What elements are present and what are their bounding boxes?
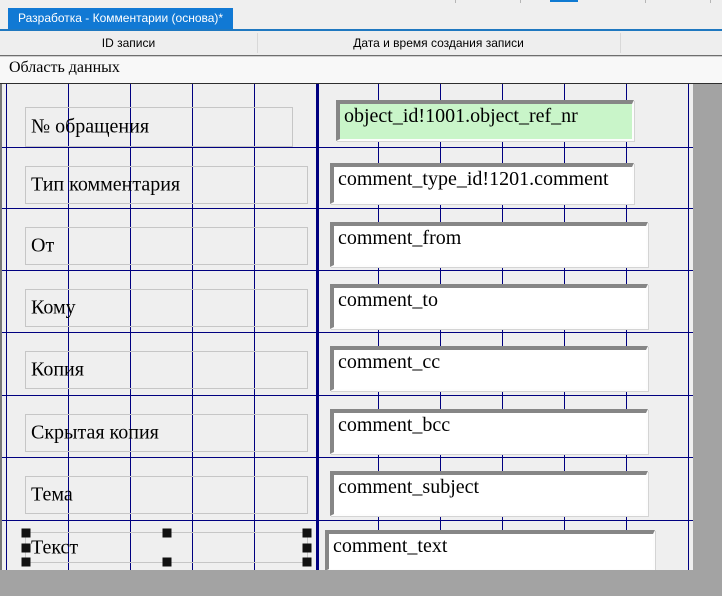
selection-handle-top-right[interactable] [302, 528, 312, 538]
selection-handle-bottom-left[interactable] [21, 557, 31, 567]
field-object-ref-nr[interactable]: object_id!1001.object_ref_nr [336, 100, 634, 141]
designer-row-text: Текст comment_text [0, 521, 693, 571]
top-edge-tab-indicator [550, 0, 578, 2]
label-text: Тип комментария [31, 173, 181, 196]
label-text-selected[interactable]: Текст [21, 528, 312, 567]
field-text: comment_type_id!1201.comment [338, 168, 609, 190]
tab-development-comments[interactable]: Разработка - Комментарии (основа)* [8, 8, 234, 29]
field-text: comment_cc [338, 351, 441, 373]
form-designer-window: Разработка - Комментарии (основа)* ID за… [0, 0, 722, 596]
label-text: Скрытая копия [31, 421, 159, 444]
designer-row-request-number: № обращения object_id!1001.object_ref_nr [0, 84, 693, 148]
top-edge-tick [455, 0, 456, 3]
label-text: № обращения [31, 115, 150, 138]
designer-row-from: От comment_from [0, 209, 693, 271]
field-comment-cc[interactable]: comment_cc [330, 346, 648, 391]
selection-handle-bottom-middle[interactable] [162, 557, 171, 567]
field-text: comment_text [333, 535, 448, 557]
label-text: От [31, 234, 55, 257]
label-text: Копия [31, 358, 84, 381]
field-comment-from[interactable]: comment_from [330, 222, 648, 267]
selection-handle-top-left[interactable] [21, 528, 31, 538]
band-data-area[interactable]: Область данных [0, 55, 722, 84]
band-highlight [0, 56, 722, 57]
outside-page-right [693, 84, 722, 570]
page-left-border [0, 84, 2, 570]
label-cc[interactable]: Копия [25, 351, 308, 389]
designer-row-bcc: Скрытая копия comment_bcc [0, 396, 693, 458]
grid-header-record-id[interactable]: ID записи [0, 31, 257, 55]
selection-handle-bottom-right[interactable] [302, 557, 312, 567]
grid-header-creation-datetime[interactable]: Дата и время создания записи [257, 31, 620, 55]
field-text: comment_bcc [338, 414, 451, 436]
label-request-number[interactable]: № обращения [25, 107, 293, 147]
band-title: Область данных [9, 59, 120, 76]
top-edge-tick [520, 0, 521, 3]
field-text: comment_from [338, 227, 462, 249]
label-text: Текст [31, 536, 79, 558]
label-text: Тема [31, 483, 73, 506]
outside-page-bottom [0, 570, 722, 596]
designer-canvas[interactable]: № обращения object_id!1001.object_ref_nr… [0, 84, 693, 571]
field-comment-to[interactable]: comment_to [330, 284, 648, 329]
field-text: comment_to [338, 289, 438, 311]
label-subject[interactable]: Тема [25, 476, 308, 514]
designer-row-subject: Тема comment_subject [0, 458, 693, 521]
field-comment-text[interactable]: comment_text [325, 530, 655, 571]
selection-handle-middle-right[interactable] [302, 543, 312, 552]
designer-row-cc: Копия comment_cc [0, 333, 693, 396]
selection-handle-middle-left[interactable] [21, 543, 31, 552]
field-comment-type[interactable]: comment_type_id!1201.comment [330, 163, 634, 204]
designer-row-comment-type: Тип комментария comment_type_id!1201.com… [0, 148, 693, 209]
grid-header-row: ID записи Дата и время создания записи [0, 31, 722, 55]
grid-header-separator [620, 33, 621, 53]
top-edge-tick [710, 0, 711, 3]
field-text: comment_subject [338, 476, 480, 498]
label-to[interactable]: Кому [25, 289, 308, 327]
label-from[interactable]: От [25, 227, 308, 265]
top-edge-strip [0, 0, 722, 8]
field-comment-bcc[interactable]: comment_bcc [330, 409, 648, 454]
top-edge-tick [645, 0, 646, 3]
selection-handle-top-middle[interactable] [162, 528, 171, 538]
label-bcc[interactable]: Скрытая копия [25, 414, 308, 452]
field-text: object_id!1001.object_ref_nr [344, 105, 578, 127]
label-text: Кому [31, 296, 76, 319]
field-comment-subject[interactable]: comment_subject [330, 471, 648, 516]
designer-row-to: Кому comment_to [0, 271, 693, 333]
label-comment-type[interactable]: Тип комментария [25, 166, 308, 204]
